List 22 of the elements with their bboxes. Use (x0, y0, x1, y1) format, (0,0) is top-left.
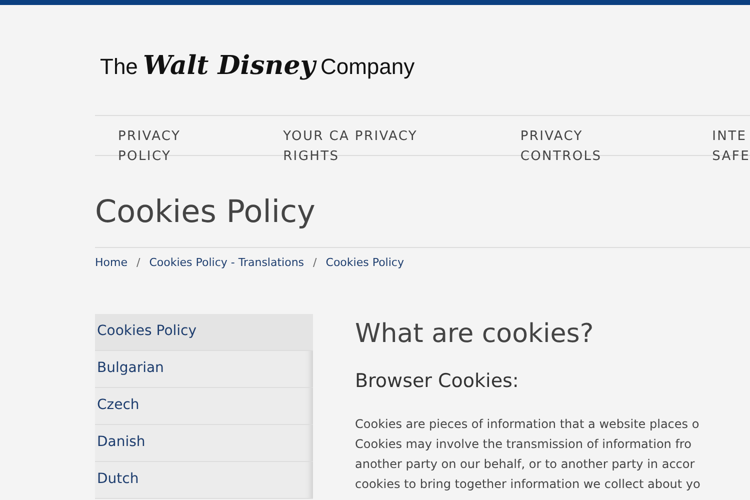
breadcrumb-separator: / (136, 256, 140, 271)
breadcrumb-link[interactable]: Cookies Policy - Translations (149, 256, 304, 314)
logo[interactable]: The Walt Disney Company (95, 39, 415, 81)
page-title: Cookies Policy (95, 192, 750, 248)
nav-link[interactable]: PRIVACY CONTROLS (520, 127, 712, 171)
sidebar-link[interactable]: Bulgarian (95, 351, 313, 388)
section-heading: What are cookies? (355, 318, 595, 350)
nav-link[interactable]: INTE SAFE (712, 127, 750, 171)
paragraph-line: cookies to bring together information we collect about yo (355, 476, 700, 493)
sidebar-link[interactable]: Danish (95, 425, 313, 462)
breadcrumb-link[interactable]: Cookies Policy (326, 256, 404, 314)
sidebar-link[interactable]: Czech (95, 388, 313, 425)
paragraph-line: Cookies are pieces of information that a website places o (355, 416, 700, 433)
sidebar-link[interactable]: Cookies Policy (95, 314, 313, 351)
breadcrumb-link[interactable]: Home (95, 256, 128, 314)
paragraph-line: another party on our behalf, or to another party in accor (355, 456, 696, 473)
subheading: Browser Cookies: (355, 369, 520, 394)
nav-link[interactable]: YOUR CA PRIVACY RIGHTS (283, 127, 520, 171)
nav-link[interactable]: PRIVACY POLICY (118, 127, 284, 171)
paragraph-line: Cookies may involve the transmission of information fro (355, 436, 692, 453)
breadcrumb-separator: / (313, 256, 317, 271)
sidebar-link[interactable]: Dutch (95, 462, 313, 499)
